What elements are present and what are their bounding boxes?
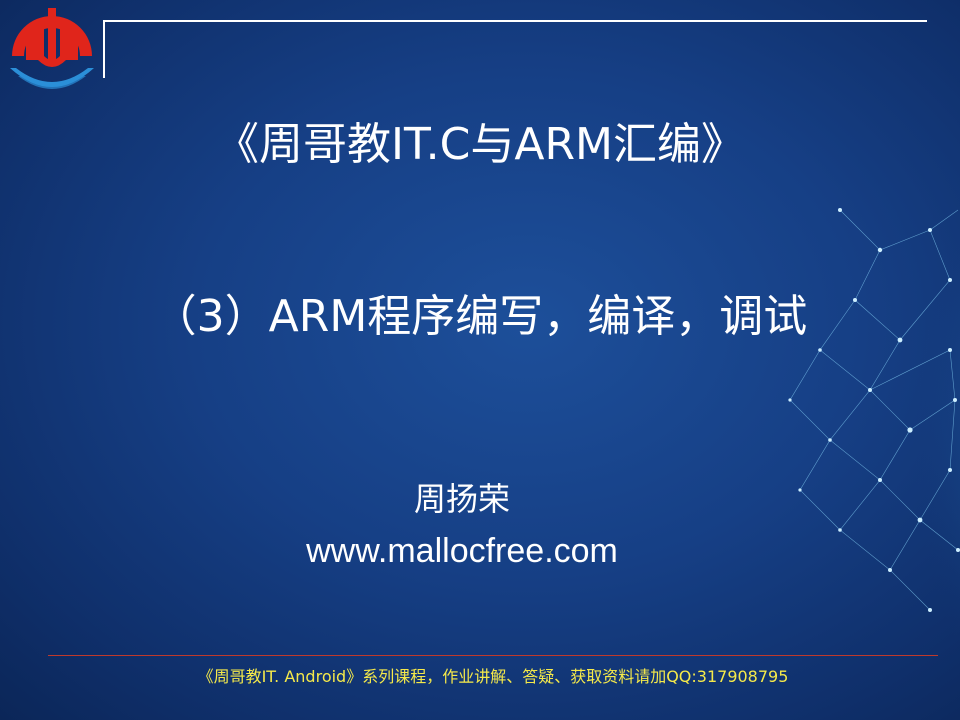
- author-name: 周扬荣: [413, 480, 510, 518]
- slide: 《周哥教IT.C与ARM汇编》 （3）ARM程序编写，编译，调试 周扬荣 www…: [0, 0, 960, 720]
- frame-left-rule: [103, 20, 105, 78]
- frame-top-rule: [103, 20, 927, 22]
- website-url: www.mallocfree.com: [306, 532, 618, 570]
- slide-subtitle: （3）ARM程序编写，编译，调试: [152, 291, 808, 342]
- network-globe-icon: [788, 190, 960, 640]
- footer-note: 《周哥教IT. Android》系列课程，作业讲解、答疑、获取资料请加QQ:31…: [197, 667, 789, 686]
- brand-logo-icon: [10, 8, 94, 89]
- slide-title: 《周哥教IT.C与ARM汇编》: [215, 119, 745, 170]
- footer-rule: [48, 655, 938, 656]
